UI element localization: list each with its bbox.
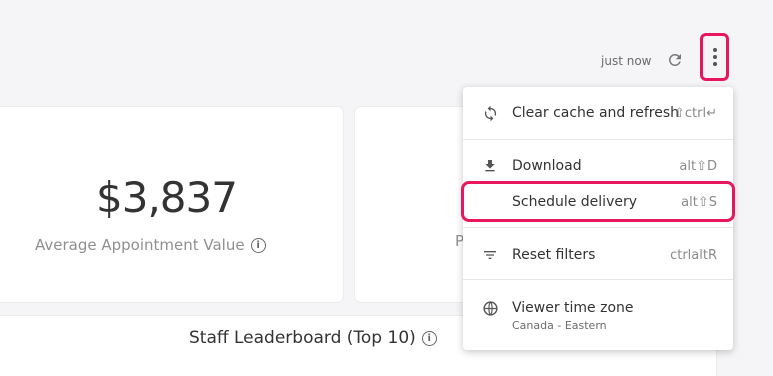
info-icon[interactable]: i <box>421 330 437 346</box>
menu-item-download[interactable]: Download alt⇧D <box>463 148 733 184</box>
average-appointment-label: Average Appointment Value <box>35 236 245 254</box>
leaderboard-title: Staff Leaderboard (Top 10) <box>189 328 416 348</box>
menu-item-shortcut: ⇧ctrl↵ <box>674 105 717 121</box>
menu-item-shortcut: ctrlaltR <box>670 247 717 263</box>
average-appointment-card: $3,837 Average Appointment Value i <box>0 107 343 302</box>
menu-item-label: Clear cache and refresh <box>512 105 679 121</box>
refresh-icon[interactable] <box>666 51 684 69</box>
menu-divider <box>463 227 733 228</box>
schedule-delivery-highlight <box>461 181 735 222</box>
info-icon[interactable]: i <box>250 238 266 253</box>
timezone-value: Canada - Eastern <box>512 319 607 332</box>
menu-item-reset-filters[interactable]: Reset filters ctrlaltR <box>463 237 733 273</box>
metric-card: P <box>355 107 475 302</box>
menu-item-label: Reset filters <box>512 247 596 263</box>
sync-icon <box>481 104 499 122</box>
globe-icon <box>481 299 499 317</box>
dashboard-header: just now <box>0 0 773 100</box>
menu-item-shortcut: alt⇧D <box>679 158 717 174</box>
more-options-button[interactable] <box>700 33 729 81</box>
menu-divider <box>463 279 733 280</box>
kebab-icon <box>712 48 717 66</box>
download-icon <box>481 157 499 175</box>
menu-item-label: Download <box>512 158 582 174</box>
last-updated-text: just now <box>601 54 652 68</box>
menu-item-label: Viewer time zone <box>512 300 634 316</box>
menu-item-clear-cache[interactable]: Clear cache and refresh ⇧ctrl↵ <box>463 95 733 131</box>
average-appointment-value: $3,837 <box>96 173 238 222</box>
menu-divider <box>463 139 733 140</box>
filter-icon <box>481 246 499 264</box>
